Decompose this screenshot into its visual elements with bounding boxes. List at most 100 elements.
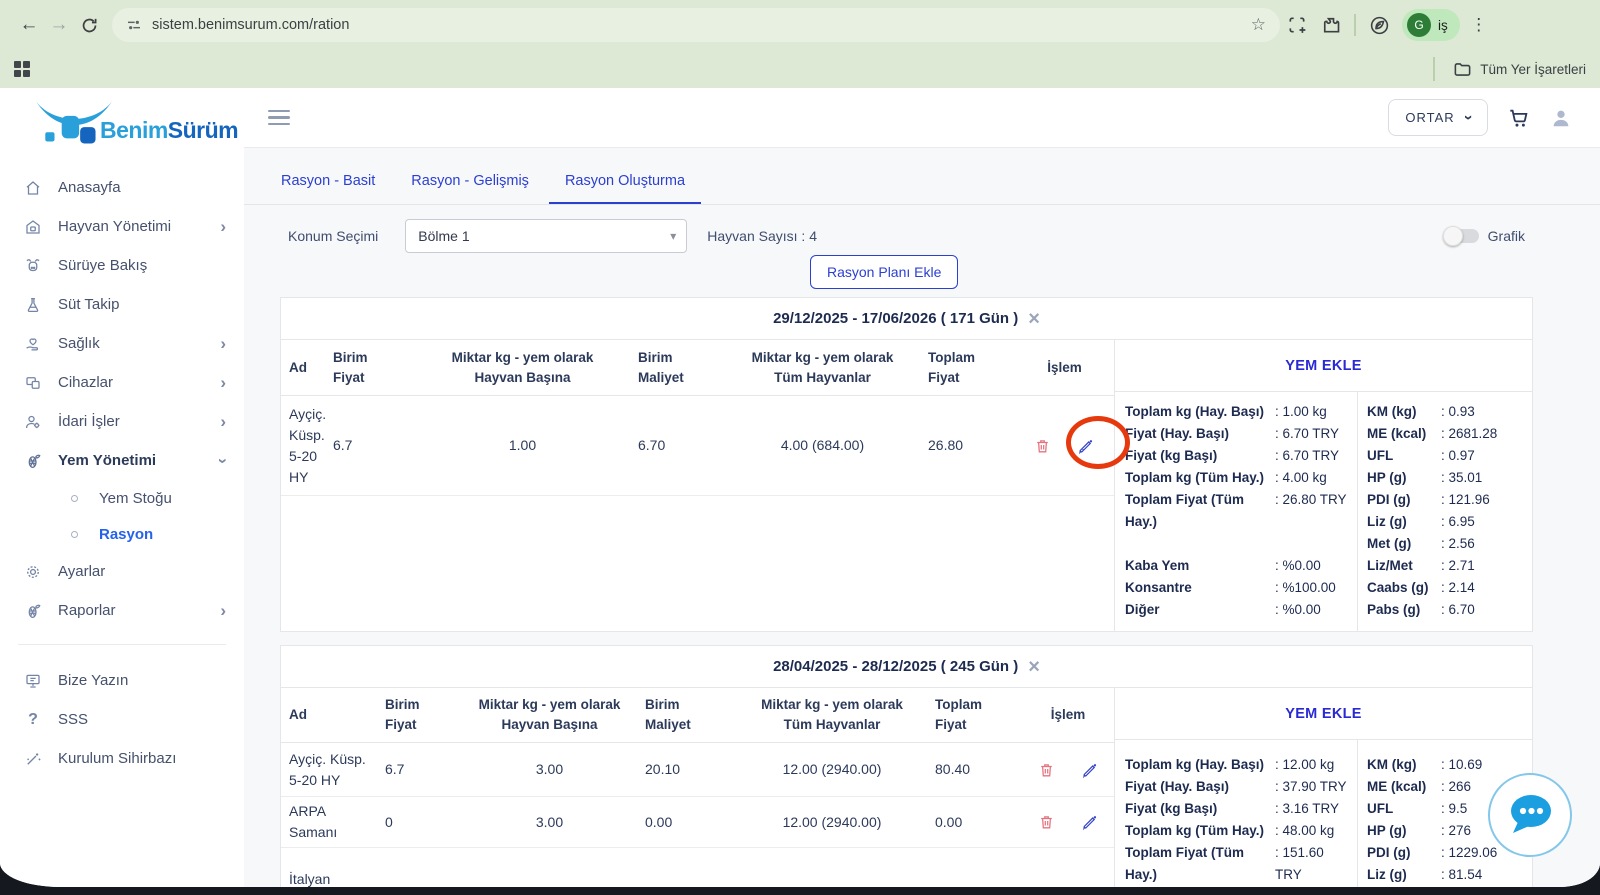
unit-cost: 0.00 — [637, 812, 737, 833]
delete-icon[interactable] — [1034, 437, 1051, 455]
col-miktar-tum-hayvanlar: Miktar kg - yem olarakTüm Hayvanlar — [725, 348, 920, 388]
total-price: 80.40 — [927, 759, 1022, 780]
toggle-knob — [1443, 226, 1463, 246]
edit-pencil-icon[interactable] — [1077, 437, 1095, 455]
sidebar-item-yem-yonetimi[interactable]: Yem Yönetimi › — [0, 441, 244, 480]
close-icon[interactable]: × — [1028, 309, 1040, 329]
back-icon[interactable]: ← — [14, 14, 44, 36]
sidebar-item-sut-takip[interactable]: Süt Takip — [0, 285, 244, 324]
feed-icon — [23, 451, 43, 471]
site-settings-icon[interactable] — [126, 17, 142, 33]
stat-row: Toplam kg (Hay. Başı): 12.00 kg — [1125, 754, 1353, 776]
delete-icon[interactable] — [1038, 813, 1055, 831]
close-icon[interactable]: × — [1028, 657, 1040, 677]
app-logo[interactable]: BenimSürüm — [0, 88, 244, 150]
add-feed-button[interactable]: YEM EKLE — [1115, 688, 1532, 740]
gear-icon — [23, 562, 43, 582]
sidebar-item-idari-isler[interactable]: İdari İşler › — [0, 402, 244, 441]
sidebar-subitem-rasyon[interactable]: Rasyon — [0, 516, 244, 552]
stat-row: ME (kcal): 2681.28 — [1367, 423, 1528, 445]
unit-cost: 6.70 — [630, 435, 725, 456]
stat-row: Met (g): 2.56 — [1367, 533, 1528, 555]
unit-price: 6.7 — [325, 435, 415, 456]
hamburger-menu-icon[interactable] — [268, 106, 290, 130]
ration-plan-card-1: 29/12/2025 - 17/06/2026 ( 171 Gün ) × Ad… — [280, 297, 1533, 632]
sidebar-subitem-yem-stogu[interactable]: Yem Stoğu — [0, 480, 244, 516]
sidebar: BenimSürüm Anasayfa Hayvan Yönetimi › Sü… — [0, 88, 244, 887]
location-select[interactable]: Bölme 1 ▾ — [405, 219, 687, 253]
browser-window: ← → sistem.benimsurum.com/ration ☆ — [0, 0, 1600, 887]
stat-row: Pabs (g): 6.70 — [1367, 599, 1528, 621]
animal-count-label: Hayvan Sayısı : 4 — [707, 228, 817, 244]
feed-name: Ayçiç. Küsp. 5-20 HY — [281, 749, 377, 791]
chrome-menu-icon[interactable]: ⋮ — [1466, 15, 1492, 35]
chat-bubble-button[interactable] — [1488, 773, 1572, 857]
stat-row: Diğer: %0.00 — [1125, 599, 1353, 621]
home-icon — [23, 178, 43, 198]
tab-rasyon-gelismis[interactable]: Rasyon - Gelişmiş — [395, 165, 545, 204]
sidebar-item-hayvan-yonetimi[interactable]: Hayvan Yönetimi › — [0, 207, 244, 246]
qty-per-animal: 1.00 — [415, 435, 630, 456]
sidebar-item-saglik[interactable]: Sağlık › — [0, 324, 244, 363]
main-content: ORTAR › Rasyon - Basit Rasyon - Gelişmiş… — [244, 88, 1600, 887]
stat-row: Caabs (g): 2.14 — [1367, 577, 1528, 599]
stat-row: Fiyat (Hay. Başı): 6.70 TRY — [1125, 423, 1353, 445]
chat-icon — [1503, 790, 1557, 840]
col-miktar-tum-hayvanlar: Miktar kg - yem olarakTüm Hayvanlar — [737, 695, 927, 735]
summary-panel: YEM EKLE Toplam kg (Hay. Başı): 1.00 kg … — [1114, 340, 1532, 631]
col-miktar-hayvan-basina: Miktar kg - yem olarakHayvan Başına — [415, 348, 630, 388]
feed-name: İtalyan — [281, 869, 377, 888]
sidebar-item-bize-yazin[interactable]: Bize Yazın — [0, 661, 244, 700]
stat-row: Toplam kg (Tüm Hay.): 4.00 kg — [1125, 467, 1353, 489]
app-topbar: ORTAR › — [244, 88, 1600, 148]
table-row: Ayçiç. Küsp. 5-20 HY 6.7 1.00 6.70 4.00 … — [281, 396, 1114, 496]
delete-icon[interactable] — [1038, 761, 1055, 779]
cart-icon[interactable] — [1508, 107, 1530, 129]
edit-pencil-icon[interactable] — [1081, 761, 1099, 779]
qty-per-animal: 3.00 — [462, 812, 637, 833]
sidebar-divider — [18, 644, 226, 645]
feed-table: Ad BirimFiyat Miktar kg - yem olarakHayv… — [281, 340, 1114, 631]
question-icon: ? — [23, 710, 43, 730]
organization-dropdown[interactable]: ORTAR › — [1388, 99, 1488, 136]
user-icon[interactable] — [1550, 107, 1572, 129]
forward-icon[interactable]: → — [44, 14, 74, 36]
avatar: G — [1407, 13, 1431, 37]
edit-pencil-icon[interactable] — [1081, 813, 1099, 831]
sidebar-item-kurulum-sihirbazi[interactable]: Kurulum Sihirbazı — [0, 739, 244, 778]
profile-chip[interactable]: G iş — [1402, 9, 1460, 41]
chevron-right-icon: › — [220, 217, 226, 237]
contact-icon — [23, 671, 43, 691]
performance-leaf-icon[interactable] — [1362, 15, 1396, 36]
sidebar-item-raporlar[interactable]: Raporlar › — [0, 591, 244, 630]
sidebar-item-ayarlar[interactable]: Ayarlar — [0, 552, 244, 591]
tab-rasyon-basit[interactable]: Rasyon - Basit — [265, 165, 391, 204]
qty-per-animal: 3.00 — [462, 759, 637, 780]
apps-grid-icon[interactable] — [14, 61, 30, 77]
sidebar-item-cihazlar[interactable]: Cihazlar › — [0, 363, 244, 402]
add-feed-button[interactable]: YEM EKLE — [1115, 340, 1532, 392]
cow-icon — [23, 256, 43, 276]
devices-icon — [23, 373, 43, 393]
col-birim-maliyet: BirimMaliyet — [637, 695, 737, 735]
screenshot-icon[interactable] — [1280, 15, 1314, 35]
reload-icon[interactable] — [74, 16, 104, 35]
sidebar-item-anasayfa[interactable]: Anasayfa — [0, 168, 244, 207]
stat-row: Toplam Fiyat (Tüm Hay.): 151.60 TRY — [1125, 842, 1353, 886]
bookmark-star-icon[interactable]: ☆ — [1247, 15, 1270, 35]
chevron-down-icon: › — [213, 458, 233, 464]
url-text[interactable]: sistem.benimsurum.com/ration — [152, 17, 1247, 33]
tab-rasyon-olusturma[interactable]: Rasyon Oluşturma — [549, 165, 701, 204]
all-bookmarks[interactable]: Tüm Yer İşaretleri — [1433, 57, 1586, 81]
extensions-icon[interactable] — [1314, 15, 1348, 35]
add-ration-plan-button[interactable]: Rasyon Planı Ekle — [810, 255, 958, 289]
url-bar[interactable]: sistem.benimsurum.com/ration ☆ — [112, 8, 1280, 42]
feed-name: Ayçiç. Küsp. 5-20 HY — [281, 404, 325, 488]
graph-toggle[interactable] — [1445, 229, 1479, 243]
sidebar-item-sss[interactable]: ? SSS — [0, 700, 244, 739]
stat-row: Toplam Fiyat (Tüm Hay.): 26.80 TRY — [1125, 489, 1353, 533]
logo-text-surum: Sürüm — [168, 117, 238, 143]
summary-panel: YEM EKLE Toplam kg (Hay. Başı): 12.00 kg… — [1114, 688, 1532, 887]
sidebar-item-suruye-bakis[interactable]: Sürüye Bakış — [0, 246, 244, 285]
profile-name: iş — [1438, 18, 1448, 33]
